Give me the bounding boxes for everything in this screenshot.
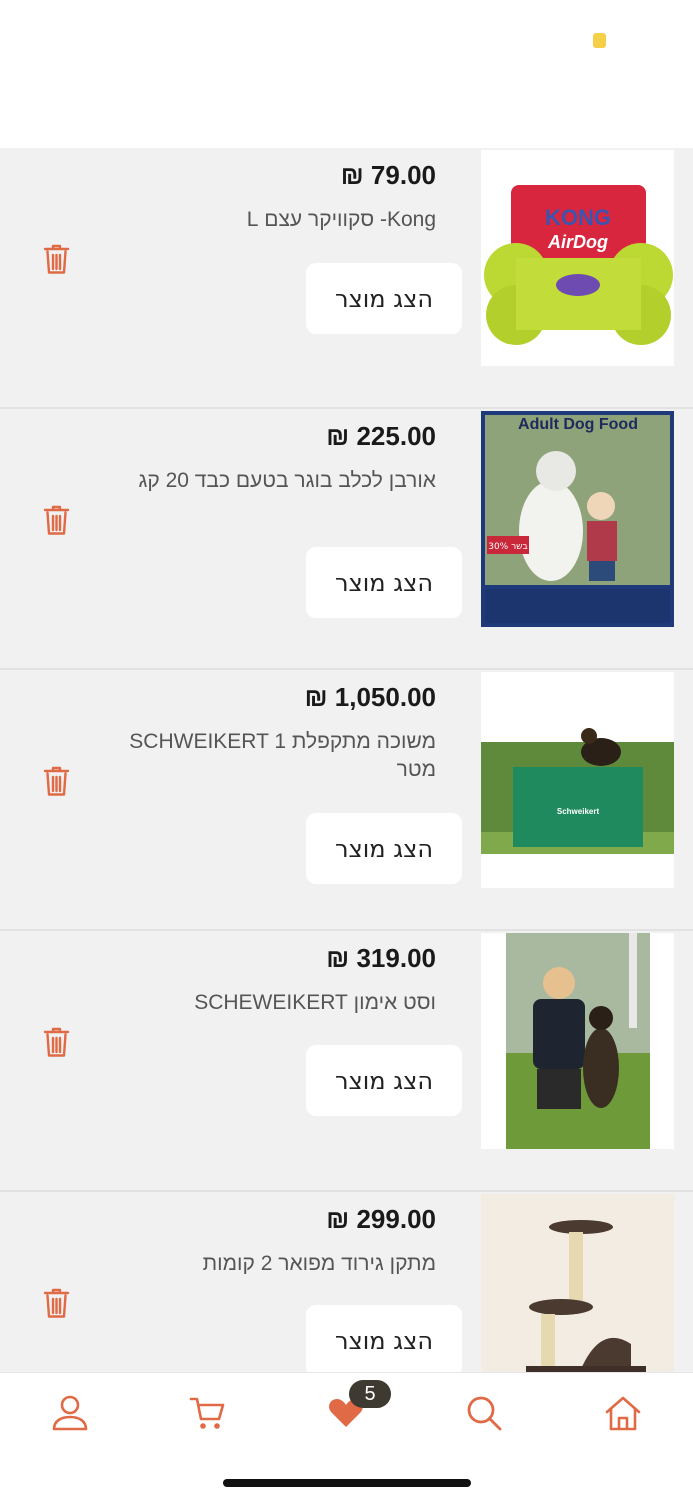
product-title: משוכה מתקפלת SCHWEIKERT 1 מטר	[129, 730, 436, 781]
kong-airdog-bone-image: KONG AirDog	[481, 150, 674, 366]
schweikert-logo-text: Schweikert	[557, 807, 600, 816]
trash-icon[interactable]	[43, 244, 70, 275]
list-item: KONG AirDog ₪ 79.00 Kong- סקוויקר עצם L …	[0, 148, 693, 409]
list-item: ₪ 299.00 מתקן גירוד מפואר 2 קומות הצג מו…	[0, 1192, 693, 1372]
dog-food-label-text: Adult Dog Food	[518, 416, 638, 433]
status-bar	[0, 0, 693, 148]
trash-icon[interactable]	[43, 505, 70, 536]
home-indicator	[223, 1479, 471, 1487]
dog-hurdle-image: Schweikert	[481, 672, 674, 888]
product-price: ₪ 1,050.00	[304, 682, 436, 712]
home-icon[interactable]	[603, 1393, 643, 1433]
product-title: מתקן גירוד מפואר 2 קומות	[202, 1252, 436, 1275]
product-price: ₪ 79.00	[340, 160, 436, 190]
list-item: Schweikert ₪ 1,050.00 משוכה מתקפלת SCHWE…	[0, 670, 693, 931]
product-title: וסט אימון SCHEWEIKERT	[194, 991, 436, 1014]
profile-icon[interactable]	[50, 1393, 90, 1433]
search-icon[interactable]	[464, 1393, 504, 1433]
product-image-hurdle[interactable]: Schweikert	[481, 672, 674, 888]
airdog-logo-text: AirDog	[547, 232, 608, 252]
trash-icon[interactable]	[43, 766, 70, 797]
view-product-button[interactable]: הצג מוצר	[306, 813, 462, 884]
product-image-dog-food[interactable]: Adult Dog Food 30% בשר	[481, 411, 674, 627]
view-product-button[interactable]: הצג מוצר	[306, 547, 462, 618]
product-price: ₪ 319.00	[326, 943, 436, 973]
wishlist-list[interactable]: KONG AirDog ₪ 79.00 Kong- סקוויקר עצם L …	[0, 148, 693, 1372]
wishlist-count-badge: 5	[349, 1380, 391, 1408]
cat-scratcher-image	[481, 1194, 674, 1372]
meat-percent-text: 30% בשר	[488, 542, 528, 552]
product-image-vest[interactable]	[481, 933, 674, 1149]
product-image-scratcher[interactable]	[481, 1194, 674, 1372]
product-title: אורבן לכלב בוגר בטעם כבד 20 קג	[138, 469, 436, 492]
trash-icon[interactable]	[43, 1027, 70, 1058]
trainer-vest-image	[481, 933, 674, 1149]
status-indicator-dot	[593, 33, 606, 48]
cart-icon[interactable]	[188, 1393, 228, 1433]
trash-icon[interactable]	[43, 1288, 70, 1319]
kong-logo-text: KONG	[545, 205, 611, 230]
product-price: ₪ 299.00	[326, 1204, 436, 1234]
list-item: Adult Dog Food 30% בשר ₪ 225.00 אורבן לכ…	[0, 409, 693, 670]
product-image-kong[interactable]: KONG AirDog	[481, 150, 674, 366]
list-item: ₪ 319.00 וסט אימון SCHEWEIKERT הצג מוצר	[0, 931, 693, 1192]
adult-dog-food-bag-image: Adult Dog Food 30% בשר	[481, 411, 674, 627]
product-price: ₪ 225.00	[326, 421, 436, 451]
view-product-button[interactable]: הצג מוצר	[306, 263, 462, 334]
view-product-button[interactable]: הצג מוצר	[306, 1045, 462, 1116]
product-title: Kong- סקוויקר עצם L	[246, 208, 436, 231]
view-product-button[interactable]: הצג מוצר	[306, 1305, 462, 1372]
